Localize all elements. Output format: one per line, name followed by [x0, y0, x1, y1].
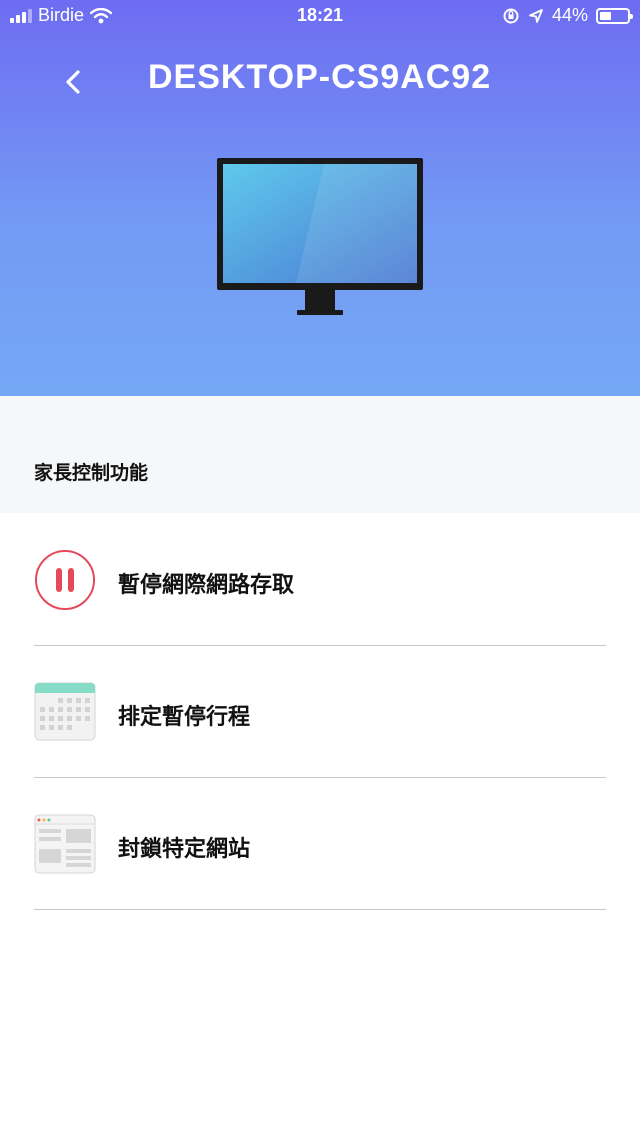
list-item-block-websites[interactable]: 封鎖特定網站: [0, 778, 640, 910]
chevron-left-icon: [66, 70, 80, 94]
list-item-pause-internet[interactable]: 暫停網際網路存取: [0, 514, 640, 646]
list-item-label: 封鎖特定網站: [118, 837, 251, 862]
section-header: [0, 396, 640, 513]
orientation-lock-icon: [503, 8, 519, 23]
back-button[interactable]: [55, 60, 95, 104]
pause-circle-icon: [35, 550, 95, 610]
list-item-label: 排定暫停行程: [118, 705, 251, 730]
status-bar: Birdie 18:21 44%: [0, 0, 640, 34]
location-arrow-icon: [529, 8, 543, 23]
list-item-label: 暫停網際網路存取: [118, 573, 295, 598]
desktop-monitor-icon: [217, 158, 423, 315]
battery-icon: [596, 7, 633, 24]
webpage-icon: [34, 814, 96, 874]
battery-percent: 44%: [551, 5, 588, 25]
section-title: 家長控制功能: [34, 462, 149, 484]
page-title: DESKTOP-CS9AC92: [148, 58, 492, 96]
divider: [34, 909, 606, 910]
calendar-icon: [34, 682, 96, 741]
list-item-schedule-pause[interactable]: 排定暫停行程: [0, 646, 640, 778]
battery-fill: [600, 11, 611, 20]
header-hero: Birdie 18:21 44% DESKTOP-CS9AC92: [0, 0, 640, 396]
status-right: 44%: [502, 5, 633, 26]
